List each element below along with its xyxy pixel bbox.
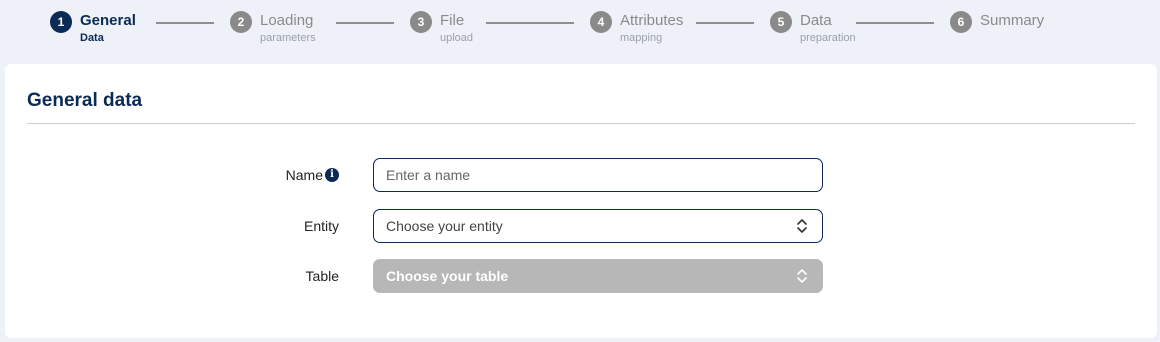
step-data-preparation[interactable]: 5 Data preparation	[770, 10, 900, 50]
name-input[interactable]	[373, 158, 823, 192]
step-connector	[486, 22, 574, 24]
table-select: Choose your table	[373, 259, 823, 293]
step-loading-parameters[interactable]: 2 Loading parameters	[230, 10, 360, 50]
name-row: Name i	[5, 158, 1157, 192]
step-connector	[856, 22, 934, 24]
step-title: Loading	[260, 12, 314, 29]
table-select-value: Choose your table	[386, 268, 509, 284]
step-number: 3	[410, 11, 432, 33]
general-data-card: General data Name i Entity Choose your e…	[5, 64, 1157, 338]
table-label: Table	[306, 259, 339, 293]
table-row: Table Choose your table	[5, 259, 1157, 293]
step-connector	[336, 22, 394, 24]
step-summary[interactable]: 6 Summary	[950, 10, 1080, 50]
step-subtitle: Data	[80, 32, 104, 44]
stepper: 1 General Data 2 Loading parameters 3 Fi…	[50, 10, 1110, 50]
step-subtitle: parameters	[260, 32, 316, 44]
step-title: Summary	[980, 12, 1045, 29]
step-number: 1	[50, 11, 72, 33]
step-title: Data	[800, 12, 832, 29]
entity-select-value: Choose your entity	[386, 218, 503, 234]
step-subtitle: mapping	[620, 32, 663, 44]
step-number: 2	[230, 11, 252, 33]
step-number: 5	[770, 11, 792, 33]
entity-label-text: Entity	[303, 218, 339, 234]
step-attributes-mapping[interactable]: 4 Attributes mapping	[590, 10, 740, 50]
step-connector	[156, 22, 214, 24]
step-title: Attributes	[620, 12, 684, 29]
info-icon[interactable]: i	[325, 168, 339, 182]
table-label-text: Table	[305, 268, 339, 284]
chevron-up-down-icon	[796, 218, 808, 234]
card-title: General data	[27, 90, 143, 111]
step-subtitle: preparation	[800, 32, 856, 44]
entity-label: Entity	[304, 209, 339, 243]
step-title: General	[80, 12, 136, 29]
name-label: Name	[285, 167, 323, 183]
entity-row: Entity Choose your entity	[5, 209, 1157, 243]
step-connector	[696, 22, 754, 24]
chevron-up-down-icon	[796, 268, 808, 284]
step-file-upload[interactable]: 3 File upload	[410, 10, 520, 50]
step-subtitle: upload	[440, 32, 474, 44]
step-number: 4	[590, 11, 612, 33]
step-number: 6	[950, 11, 972, 33]
entity-select[interactable]: Choose your entity	[373, 209, 823, 243]
step-title: File	[440, 12, 465, 29]
card-divider	[27, 123, 1135, 124]
step-general[interactable]: 1 General Data	[50, 10, 160, 50]
name-label-wrap: Name i	[286, 158, 339, 192]
